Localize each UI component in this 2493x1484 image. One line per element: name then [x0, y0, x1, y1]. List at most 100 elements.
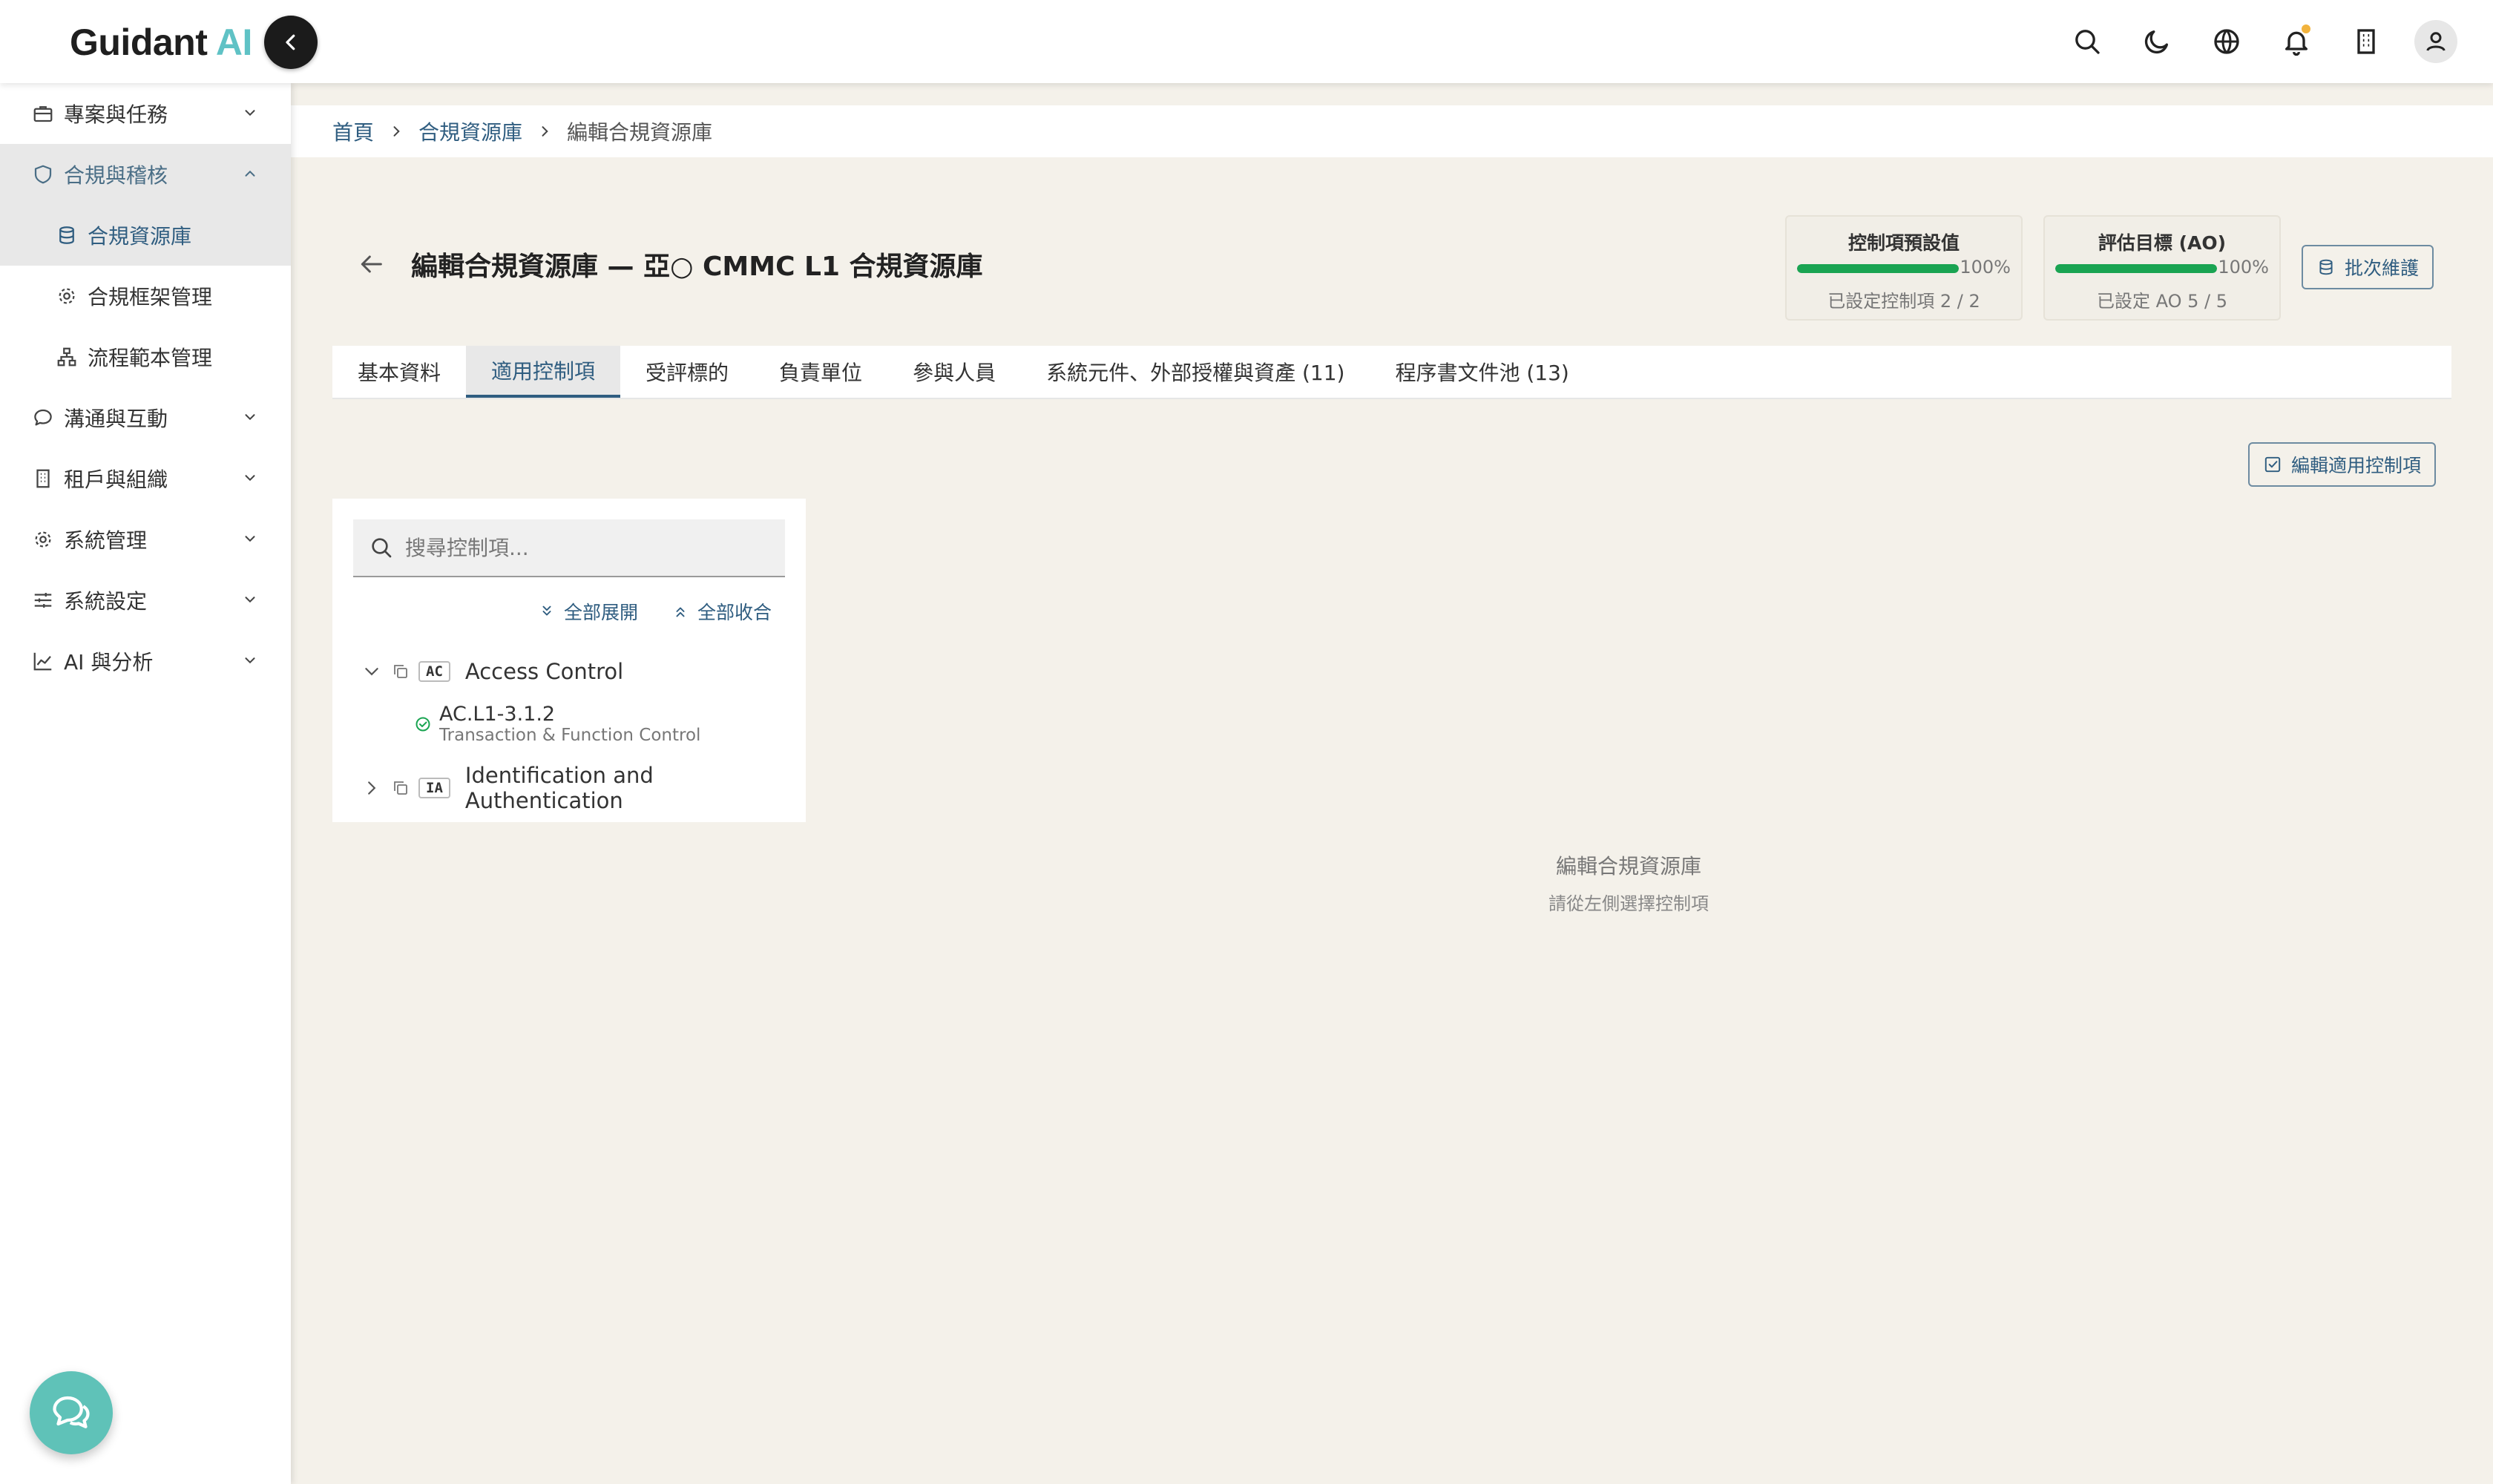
sidebar-item-process-templates[interactable]: 流程範本管理	[0, 326, 291, 387]
sidebar-item-label: 系統管理	[64, 528, 148, 553]
batch-maintain-button[interactable]: 批次維護	[2302, 245, 2434, 289]
brand-suffix: AI	[215, 22, 253, 63]
family-name: Identification and Authentication	[464, 763, 654, 813]
chat-assistant-button[interactable]	[30, 1371, 113, 1454]
notifications-button[interactable]	[2275, 20, 2318, 63]
back-button[interactable]	[356, 249, 386, 279]
flow-icon	[53, 344, 80, 370]
tab-assessment-targets[interactable]: 受評標的	[620, 346, 754, 398]
sidebar: 專案與任務 合規與稽核 合規資源庫 合規框架管理 流程範本管理 溝通與互動 租戶…	[0, 83, 291, 1484]
family-name: Access Control	[464, 659, 624, 684]
edit-applicable-controls-button[interactable]: 編輯適用控制項	[2248, 442, 2437, 487]
stat-title: 評估目標 (AO)	[2098, 232, 2227, 254]
chevron-down-icon[interactable]	[362, 662, 381, 681]
stat-subtitle: 已設定控制項 2 / 2	[1827, 291, 1980, 312]
collapse-all-label: 全部收合	[697, 602, 772, 623]
sidebar-collapse-button[interactable]	[264, 16, 318, 69]
sidebar-item-framework-management[interactable]: 合規框架管理	[0, 266, 291, 326]
notification-dot	[2302, 24, 2310, 33]
control-tree-panel: 全部展開 全部收合 AC Access Control AC.L1-3.1.2 …	[332, 499, 806, 822]
sidebar-item-label: 合規資源庫	[88, 224, 192, 249]
organization-button[interactable]	[2345, 20, 2388, 63]
sidebar-item-projects[interactable]: 專案與任務	[0, 83, 291, 144]
tab-basic-info[interactable]: 基本資料	[332, 346, 466, 398]
globe-icon	[2214, 29, 2239, 54]
brand-logo[interactable]: Guidant AI	[70, 21, 252, 64]
copy-icon[interactable]	[392, 663, 410, 680]
expand-all-button[interactable]: 全部展開	[539, 598, 638, 625]
breadcrumb: 首頁 合規資源庫 編輯合規資源庫	[291, 105, 2493, 157]
batch-maintain-label: 批次維護	[2345, 257, 2420, 279]
chevron-right-icon[interactable]	[362, 778, 381, 798]
progress-fill	[2055, 264, 2217, 273]
chat-bubbles-icon	[53, 1396, 90, 1428]
sidebar-item-label: 系統設定	[64, 589, 148, 614]
chevron-down-icon	[242, 652, 258, 669]
shield-icon	[30, 161, 56, 188]
chat-icon	[30, 404, 56, 431]
stat-card-assessment-objectives: 評估目標 (AO) 100% 已設定 AO 5 / 5	[2043, 215, 2281, 321]
top-icon-group	[2066, 20, 2457, 63]
chevron-right-icon	[537, 124, 552, 139]
sidebar-item-ai-analytics[interactable]: AI 與分析	[0, 631, 291, 692]
tab-procedure-documents[interactable]: 程序書文件池 (13)	[1370, 346, 1594, 398]
empty-state-title: 編輯合規資源庫	[1555, 854, 1701, 879]
user-icon	[2426, 32, 2446, 51]
tab-applicable-controls[interactable]: 適用控制項	[466, 346, 621, 398]
sidebar-item-communication[interactable]: 溝通與互動	[0, 387, 291, 448]
theme-toggle-button[interactable]	[2135, 20, 2178, 63]
user-avatar[interactable]	[2414, 20, 2457, 63]
family-code-badge: IA	[418, 778, 450, 798]
sliders-icon	[30, 587, 56, 614]
check-circle-icon	[414, 715, 432, 733]
chevron-down-icon	[242, 105, 258, 121]
sidebar-item-tenants[interactable]: 租戶與組織	[0, 448, 291, 509]
search-button[interactable]	[2066, 20, 2109, 63]
progress-bar	[1797, 264, 1959, 273]
language-button[interactable]	[2205, 20, 2248, 63]
stat-percent: 100%	[1960, 257, 2011, 278]
page-title: 編輯合規資源庫 — 亞○ CMMC L1 合規資源庫	[411, 252, 983, 282]
chevron-left-icon	[286, 34, 295, 50]
empty-state-subtitle: 請從左側選擇控制項	[1548, 893, 1709, 914]
control-search-input[interactable]	[405, 535, 776, 560]
tree-actions: 全部展開 全部收合	[539, 598, 772, 625]
sidebar-item-label: 租戶與組織	[64, 467, 168, 492]
chevron-down-icon	[242, 470, 258, 486]
chevrons-down-icon	[542, 605, 551, 616]
chevron-right-icon	[389, 124, 404, 139]
breadcrumb-home[interactable]: 首頁	[332, 116, 374, 146]
tab-bar: 基本資料 適用控制項 受評標的 負責單位 參與人員 系統元件、外部授權與資產 (…	[332, 346, 2451, 399]
chevron-up-icon	[242, 165, 258, 182]
tab-responsible-units[interactable]: 負責單位	[754, 346, 887, 398]
tree-control-item[interactable]: AC.L1-3.1.2 Transaction & Function Contr…	[414, 703, 700, 745]
sidebar-item-system-admin[interactable]: 系統管理	[0, 509, 291, 570]
empty-state: 編輯合規資源庫 請從左側選擇控制項	[1425, 850, 1833, 915]
sidebar-item-compliance[interactable]: 合規與稽核	[0, 144, 291, 205]
sidebar-item-label: 合規框架管理	[88, 285, 213, 309]
gear-icon	[53, 283, 80, 309]
edit-applicable-controls-label: 編輯適用控制項	[2291, 455, 2422, 476]
top-bar: Guidant AI	[0, 0, 2493, 83]
moon-icon	[2144, 30, 2168, 54]
stat-percent: 100%	[2218, 257, 2269, 278]
chart-icon	[30, 648, 56, 674]
control-name: Transaction & Function Control	[439, 726, 701, 745]
expand-all-label: 全部展開	[563, 602, 638, 623]
copy-icon[interactable]	[392, 779, 410, 797]
sidebar-item-system-settings[interactable]: 系統設定	[0, 570, 291, 631]
collapse-all-button[interactable]: 全部收合	[672, 598, 772, 625]
page-header: 編輯合規資源庫 — 亞○ CMMC L1 合規資源庫	[356, 245, 983, 283]
progress-fill	[1797, 264, 1959, 273]
database-icon	[2316, 257, 2336, 277]
tree-family-ac[interactable]: AC Access Control	[362, 659, 623, 684]
tab-participants[interactable]: 參與人員	[887, 346, 1021, 398]
chevrons-up-icon	[676, 607, 685, 617]
sidebar-item-compliance-library[interactable]: 合規資源庫	[0, 205, 291, 266]
tree-family-ia[interactable]: IA Identification and Authentication	[362, 763, 806, 813]
breadcrumb-parent[interactable]: 合規資源庫	[418, 116, 522, 146]
tab-system-components[interactable]: 系統元件、外部授權與資產 (11)	[1021, 346, 1370, 398]
chevron-down-icon	[242, 531, 258, 547]
sidebar-item-label: 溝通與互動	[64, 407, 168, 431]
chevron-down-icon	[242, 409, 258, 425]
